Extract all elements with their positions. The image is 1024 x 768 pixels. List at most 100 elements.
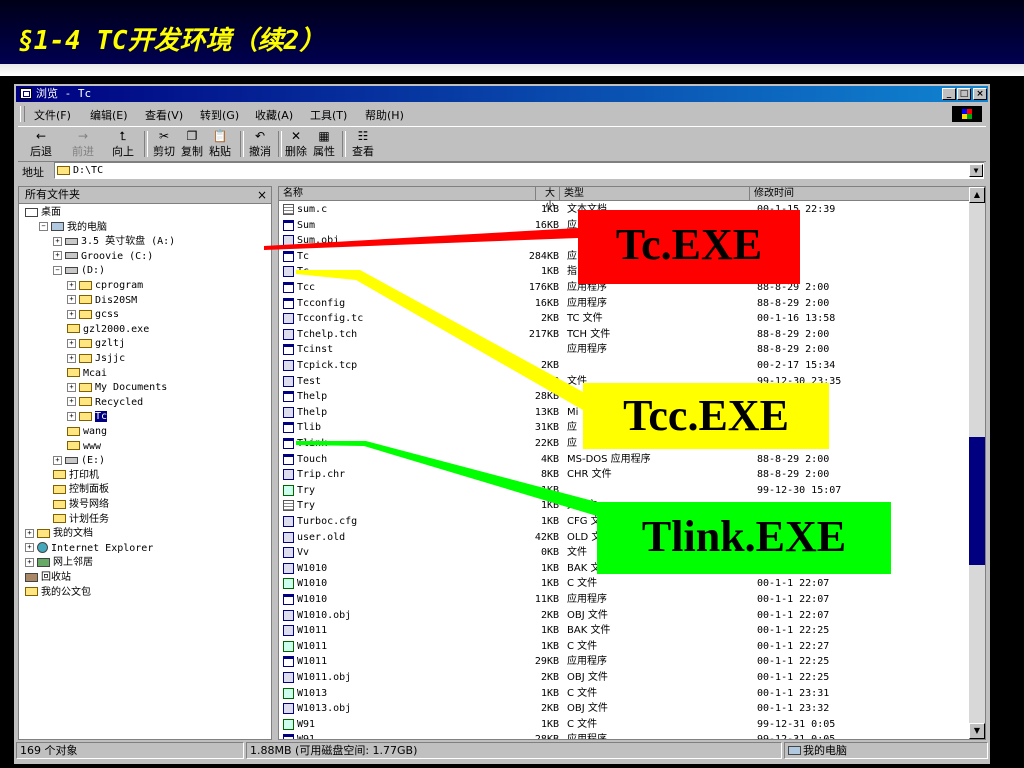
views-button[interactable]: ☷ 查看 (348, 129, 378, 159)
file-row[interactable]: W1013 1KB C 文件 00-1-1 23:31 (279, 686, 971, 702)
column-header-modified[interactable]: 修改时间 (750, 187, 971, 201)
undo-button[interactable]: ↶ 撤消 (246, 129, 274, 159)
file-row[interactable]: W1010 1KB C 文件 00-1-1 22:07 (279, 576, 971, 592)
tree-item[interactable]: Mcai (67, 367, 107, 381)
file-row[interactable]: Tcpick.tcp 2KB 00-2-17 15:34 (279, 358, 971, 374)
file-row[interactable]: W1011 1KB BAK 文件 00-1-1 22:25 (279, 623, 971, 639)
cut-button[interactable]: ✂ 剪切 (150, 129, 178, 159)
properties-button[interactable]: ▦ 属性 (310, 129, 338, 159)
tree-item[interactable]: + Recycled (67, 396, 143, 410)
menu-view[interactable]: 查看(V) (145, 107, 183, 123)
tree-item[interactable]: wang (67, 425, 107, 439)
tree-item[interactable]: 拨号网络 (53, 498, 109, 512)
expand-icon[interactable]: + (25, 557, 34, 567)
tree-item[interactable]: + gcss (67, 308, 119, 322)
delete-button[interactable]: ✕ 删除 (282, 129, 310, 159)
tree-item[interactable]: + Jsjjc (67, 352, 125, 366)
expand-icon[interactable]: + (25, 528, 34, 538)
tree-item[interactable]: + 我的文档 (25, 527, 93, 541)
tree-item[interactable]: + Tc (67, 410, 108, 424)
file-row[interactable]: W1013.obj 2KB OBJ 文件 00-1-1 23:32 (279, 701, 971, 717)
menu-tools[interactable]: 工具(T) (310, 107, 347, 123)
minimize-button[interactable]: _ (942, 88, 956, 100)
tree-item[interactable]: + Groovie (C:) (53, 250, 153, 264)
expand-icon[interactable]: + (67, 338, 76, 348)
txt-file-icon (283, 204, 294, 215)
tree-item[interactable]: 我的公文包 (25, 586, 91, 600)
tree-item[interactable]: + 网上邻居 (25, 556, 93, 570)
menu-edit[interactable]: 编辑(E) (90, 107, 128, 123)
collapse-icon[interactable]: − (39, 222, 48, 232)
file-name: Trip.chr (297, 469, 346, 481)
tree-item[interactable]: gzl2000.exe (67, 323, 149, 337)
expand-icon[interactable]: + (67, 280, 76, 290)
tree-item[interactable]: + cprogram (67, 279, 143, 293)
expand-icon[interactable]: + (67, 382, 76, 392)
expand-icon[interactable]: + (25, 543, 34, 553)
tree-item[interactable]: 桌面 (25, 206, 61, 220)
column-header-name[interactable]: 名称 (279, 187, 536, 201)
menu-help[interactable]: 帮助(H) (365, 107, 404, 123)
scroll-up-arrow-icon[interactable]: ▲ (969, 187, 985, 203)
tree-item[interactable]: + My Documents (67, 381, 167, 395)
expand-icon[interactable]: + (67, 397, 76, 407)
expand-icon[interactable]: + (67, 411, 76, 421)
file-row[interactable]: W91 1KB C 文件 99-12-31 0:05 (279, 717, 971, 733)
tree-item[interactable]: +3.5 英寸软盘 (A:) (53, 235, 175, 249)
expand-icon[interactable]: + (53, 251, 62, 261)
up-folder-icon: ⮤ (119, 129, 127, 143)
expand-icon[interactable]: + (53, 455, 62, 465)
tree-item[interactable]: 回收站 (25, 571, 71, 585)
close-pane-button[interactable]: × (257, 187, 267, 203)
file-row[interactable]: W1011 29KB 应用程序 00-1-1 22:25 (279, 654, 971, 670)
tree-item[interactable]: + (E:) (53, 454, 105, 468)
up-button[interactable]: ⮤ 向上 (108, 129, 138, 159)
tree-item[interactable]: www (67, 440, 101, 454)
menu-file[interactable]: 文件(F) (34, 107, 71, 123)
collapse-icon[interactable]: − (53, 265, 62, 275)
properties-icon: ▦ (318, 129, 330, 143)
tree-item[interactable]: − 我的电脑 (39, 221, 107, 235)
back-button[interactable]: ← 后退 (26, 129, 56, 159)
close-button[interactable]: × (973, 88, 987, 100)
address-input[interactable]: D:\TC ▼ (54, 162, 984, 179)
column-header-size[interactable]: 大小 (536, 187, 560, 212)
file-row[interactable]: Tcconfig.tc 2KB TC 文件 00-1-16 13:58 (279, 311, 971, 327)
file-row[interactable]: W1011 1KB C 文件 00-1-1 22:27 (279, 639, 971, 655)
tree-item[interactable]: + gzltj (67, 337, 125, 351)
dropdown-arrow-icon[interactable]: ▼ (969, 164, 983, 177)
paste-button[interactable]: 📋 粘贴 (206, 129, 234, 159)
file-row[interactable]: Try 1KB 99-12-30 15:07 (279, 483, 971, 499)
file-row[interactable]: Tchelp.tch 217KB TCH 文件 88-8-29 2:00 (279, 327, 971, 343)
tree-item[interactable]: 打印机 (53, 469, 99, 483)
tree-item[interactable]: + Dis20SM (67, 294, 137, 308)
tree-item[interactable]: 控制面板 (53, 483, 109, 497)
menu-favorites[interactable]: 收藏(A) (255, 107, 293, 123)
expand-icon[interactable]: + (67, 295, 76, 305)
tree-item[interactable]: − (D:) (53, 264, 105, 278)
copy-button[interactable]: ❐ 复制 (178, 129, 206, 159)
file-row[interactable]: W91 28KB 应用程序 99-12-31 0:05 (279, 732, 971, 739)
column-header-type[interactable]: 类型 (560, 187, 750, 201)
forward-button[interactable]: → 前进 (68, 129, 98, 159)
menu-go[interactable]: 转到(G) (200, 107, 239, 123)
file-row[interactable]: Touch 4KB MS-DOS 应用程序 88-8-29 2:00 (279, 452, 971, 468)
scrollbar-thumb[interactable] (969, 437, 985, 565)
file-row[interactable]: Tcinst 应用程序 88-8-29 2:00 (279, 342, 971, 358)
folder-tree-title: 所有文件夹 (25, 188, 80, 201)
tree-item[interactable]: + Internet Explorer (25, 542, 153, 556)
scroll-down-arrow-icon[interactable]: ▼ (969, 723, 985, 739)
window-titlebar[interactable]: 浏览 - Tc _ □ × (16, 86, 988, 102)
vertical-scrollbar[interactable]: ▲ ▼ (969, 187, 985, 739)
expand-icon[interactable]: + (67, 353, 76, 363)
file-row[interactable]: Trip.chr 8KB CHR 文件 88-8-29 2:00 (279, 467, 971, 483)
file-row[interactable]: W1011.obj 2KB OBJ 文件 00-1-1 22:25 (279, 670, 971, 686)
maximize-button[interactable]: □ (957, 88, 971, 100)
file-name: user.old (297, 531, 346, 543)
file-row[interactable]: W1010.obj 2KB OBJ 文件 00-1-1 22:07 (279, 608, 971, 624)
expand-icon[interactable]: + (67, 309, 76, 319)
file-row[interactable]: W1010 11KB 应用程序 00-1-1 22:07 (279, 592, 971, 608)
tree-item[interactable]: 计划任务 (53, 513, 109, 527)
file-row[interactable]: Tcconfig 16KB 应用程序 88-8-29 2:00 (279, 296, 971, 312)
expand-icon[interactable]: + (53, 236, 62, 246)
